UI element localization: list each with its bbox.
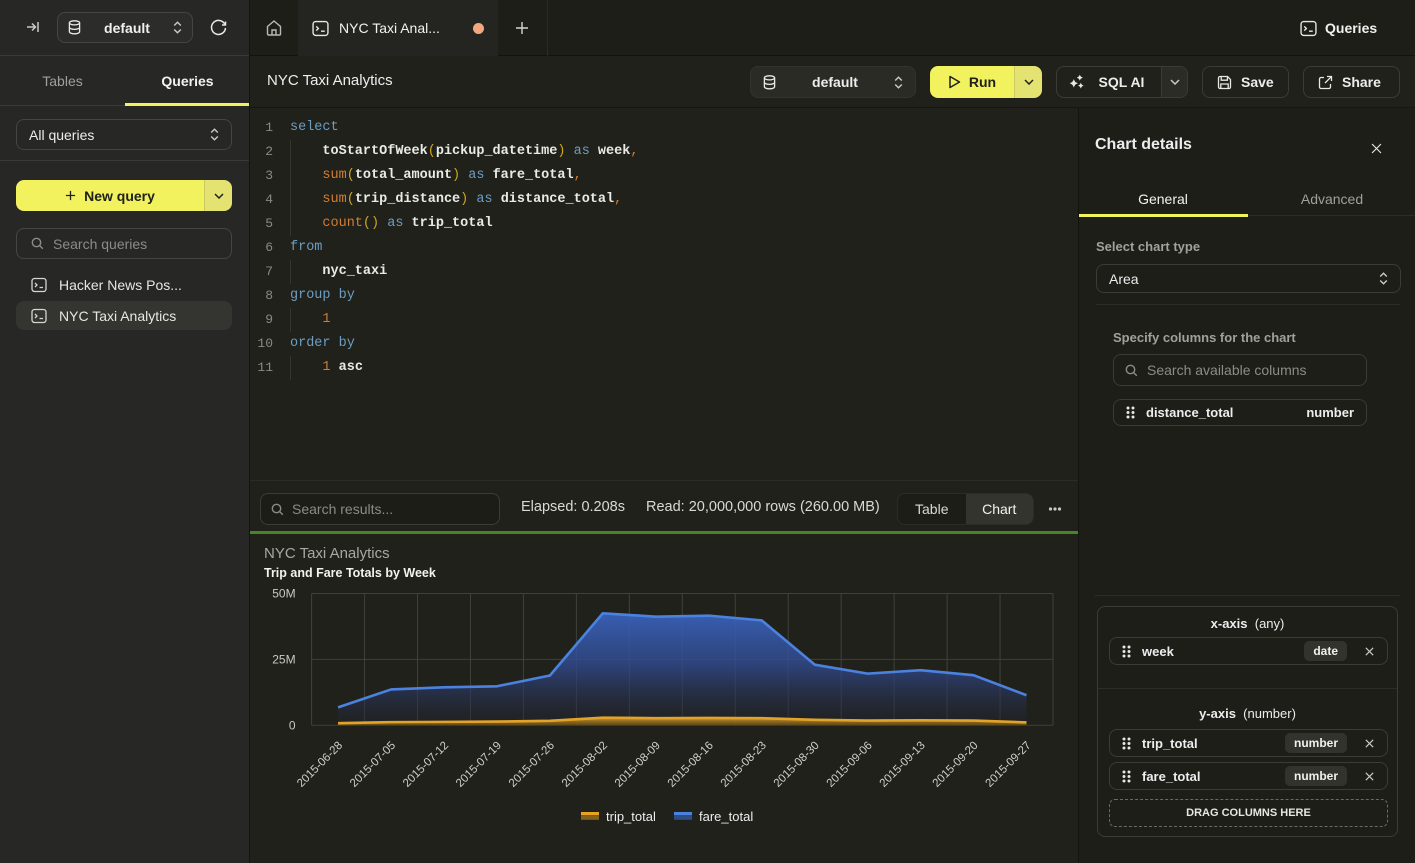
svg-text:fare_total: fare_total — [699, 809, 753, 824]
svg-text:2015-07-12: 2015-07-12 — [401, 740, 451, 790]
svg-text:2015-06-28: 2015-06-28 — [295, 740, 345, 790]
svg-text:2015-08-09: 2015-08-09 — [613, 740, 663, 790]
svg-text:2015-07-26: 2015-07-26 — [507, 740, 557, 790]
svg-text:2015-09-20: 2015-09-20 — [931, 740, 981, 790]
svg-text:2015-08-23: 2015-08-23 — [719, 740, 769, 790]
svg-text:2015-09-27: 2015-09-27 — [984, 740, 1034, 790]
svg-text:2015-07-05: 2015-07-05 — [348, 740, 398, 790]
svg-text:2015-09-06: 2015-09-06 — [825, 740, 875, 790]
svg-text:2015-08-02: 2015-08-02 — [560, 740, 610, 790]
svg-text:25M: 25M — [272, 652, 295, 666]
svg-text:2015-07-19: 2015-07-19 — [454, 740, 504, 790]
svg-text:2015-08-16: 2015-08-16 — [666, 740, 716, 790]
svg-text:trip_total: trip_total — [606, 809, 656, 824]
svg-text:2015-09-13: 2015-09-13 — [878, 740, 928, 790]
svg-text:50M: 50M — [272, 587, 295, 601]
svg-text:2015-08-30: 2015-08-30 — [772, 740, 822, 790]
svg-text:0: 0 — [289, 718, 296, 732]
